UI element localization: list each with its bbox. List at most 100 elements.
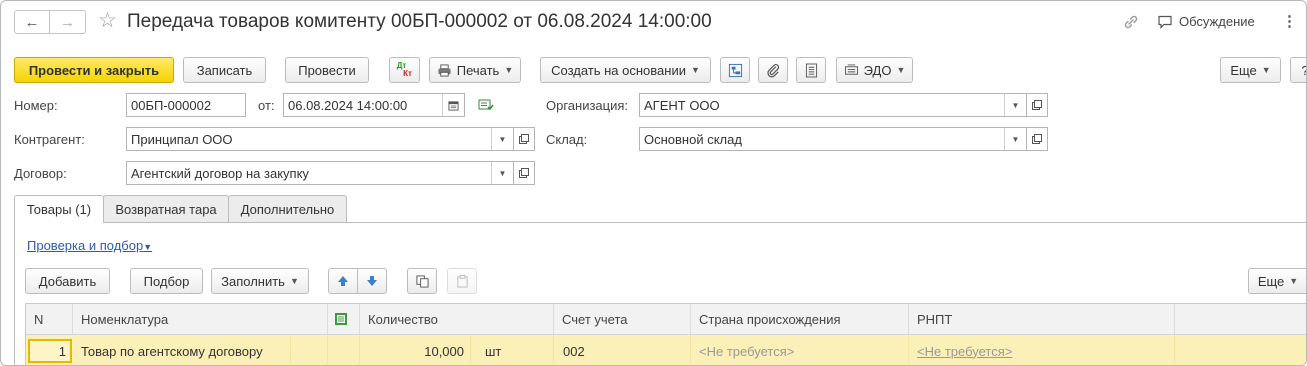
open-organization-button[interactable] (1026, 93, 1048, 117)
open-contractor-button[interactable] (513, 127, 535, 151)
contractor-label: Контрагент: (14, 132, 85, 147)
table-header: N Номенклатура Количество Счет учета Стр… (26, 304, 1306, 335)
attachments-button[interactable] (758, 57, 788, 83)
open-warehouse-button[interactable] (1026, 127, 1048, 151)
column-header-item[interactable]: Номенклатура (73, 304, 328, 334)
chevron-down-icon: ▼ (1289, 276, 1299, 286)
add-row-button[interactable]: Добавить (25, 268, 110, 294)
post-label: Провести (298, 62, 356, 78)
kt-icon-text: Кт (403, 69, 412, 78)
discussion-button[interactable]: Обсуждение (1157, 14, 1255, 29)
copy-row-button[interactable] (407, 268, 437, 294)
discussion-label: Обсуждение (1179, 14, 1255, 29)
marking-icon (335, 313, 347, 325)
table-more-button[interactable]: Еще ▼ (1248, 268, 1306, 294)
organization-field[interactable]: АГЕНТ ООО ▼ (639, 93, 1027, 117)
chevron-down-icon: ▼ (289, 276, 299, 286)
chevron-down-icon: ▼ (1261, 65, 1271, 75)
account-cell[interactable]: 002 (554, 335, 691, 365)
edo-button[interactable]: ЭДО ▼ (836, 57, 913, 83)
open-icon (1032, 134, 1042, 144)
chevron-down-icon[interactable]: ▼ (491, 162, 513, 184)
chat-icon (1158, 15, 1172, 29)
back-button[interactable]: ← (14, 10, 50, 34)
tab-panel-left-border (14, 222, 15, 365)
warehouse-value: Основной склад (644, 131, 742, 147)
column-header-account[interactable]: Счет учета (554, 304, 691, 334)
date-field[interactable]: 06.08.2024 14:00:00 (283, 93, 465, 117)
chevron-down-icon[interactable]: ▼ (491, 128, 513, 150)
save-button[interactable]: Записать (183, 57, 266, 83)
more-vertical-icon[interactable]: ⋮ (1282, 12, 1297, 30)
chevron-down-icon: ▼ (143, 242, 153, 252)
chevron-down-icon: ▼ (504, 65, 514, 75)
calendar-icon[interactable] (442, 94, 464, 116)
save-label: Записать (196, 62, 253, 78)
forward-button[interactable]: → (50, 10, 86, 34)
column-header-rnpt[interactable]: РНПТ (909, 304, 1175, 334)
tab-returnable-packaging-label: Возвратная тара (115, 201, 217, 217)
item-cell[interactable]: Товар по агентскому договору (73, 335, 291, 365)
tab-additional-label: Дополнительно (240, 201, 335, 217)
dt-kt-button[interactable]: Дт Кт (389, 57, 420, 83)
copy-icon (415, 274, 429, 288)
tab-returnable-packaging[interactable]: Возвратная тара (103, 195, 229, 222)
chevron-down-icon[interactable]: ▼ (1004, 128, 1026, 150)
marking-cell[interactable] (328, 335, 360, 365)
create-based-on-label: Создать на основании (551, 62, 686, 78)
page-title: Передача товаров комитенту 00БП-000002 о… (127, 11, 712, 32)
document-list-icon (805, 63, 817, 77)
check-and-pick-label: Проверка и подбор (27, 238, 144, 253)
open-icon (519, 168, 529, 178)
tab-additional[interactable]: Дополнительно (228, 195, 347, 222)
item-extra-cell[interactable] (291, 335, 328, 365)
column-header-quantity[interactable]: Количество (360, 304, 554, 334)
fill-button[interactable]: Заполнить ▼ (211, 268, 309, 294)
organization-label: Организация: (546, 98, 629, 113)
open-icon (519, 134, 529, 144)
row-number-cell[interactable]: 1 (28, 339, 72, 363)
column-header-country[interactable]: Страна происхождения (691, 304, 909, 334)
rnpt-cell[interactable]: <Не требуется> (909, 335, 1175, 365)
structure-button[interactable] (720, 57, 750, 83)
arrow-left-icon: ← (24, 13, 40, 31)
chevron-down-icon[interactable]: ▼ (1004, 94, 1026, 116)
move-up-button[interactable] (328, 268, 358, 294)
table-row[interactable]: 1 Товар по агентскому договору 10,000 шт… (26, 335, 1306, 365)
edo-icon (844, 63, 858, 75)
check-and-pick-link[interactable]: Проверка и подбор▼ (27, 238, 152, 253)
post-and-close-button[interactable]: Провести и закрыть (14, 57, 174, 83)
paste-button[interactable] (447, 268, 477, 294)
print-button[interactable]: Печать ▼ (429, 57, 521, 83)
number-field[interactable]: 00БП-000002 (126, 93, 246, 117)
report-button[interactable] (796, 57, 826, 83)
unit-cell[interactable]: шт (471, 335, 554, 365)
add-row-label: Добавить (38, 273, 97, 289)
quantity-cell[interactable]: 10,000 (360, 335, 471, 365)
fill-label: Заполнить (221, 273, 285, 289)
contractor-field[interactable]: Принципал ООО ▼ (126, 127, 514, 151)
tab-goods[interactable]: Товары (1) (14, 195, 104, 223)
help-button[interactable]: ? (1290, 57, 1306, 83)
column-header-marking[interactable] (328, 304, 360, 334)
post-button[interactable]: Провести (285, 57, 369, 83)
pick-button[interactable]: Подбор (130, 268, 203, 294)
country-cell[interactable]: <Не требуется> (691, 335, 909, 365)
contract-field[interactable]: Агентский договор на закупку ▼ (126, 161, 514, 185)
create-based-on-button[interactable]: Создать на основании ▼ (540, 57, 711, 83)
move-down-button[interactable] (357, 268, 387, 294)
column-header-n[interactable]: N (26, 304, 73, 334)
organization-value: АГЕНТ ООО (644, 97, 720, 113)
printer-icon (438, 63, 451, 77)
more-button[interactable]: Еще ▼ (1220, 57, 1281, 83)
table-more-label: Еще (1257, 273, 1285, 289)
goods-table: N Номенклатура Количество Счет учета Стр… (25, 303, 1306, 365)
contractor-value: Принципал ООО (131, 131, 233, 147)
warehouse-field[interactable]: Основной склад ▼ (639, 127, 1027, 151)
arrow-right-icon: → (60, 13, 75, 31)
post-status-icon[interactable] (478, 98, 494, 115)
open-contract-button[interactable] (513, 161, 535, 185)
link-icon[interactable] (1122, 13, 1140, 31)
open-icon (1032, 100, 1042, 110)
favorite-star-icon[interactable]: ☆ (98, 10, 117, 32)
